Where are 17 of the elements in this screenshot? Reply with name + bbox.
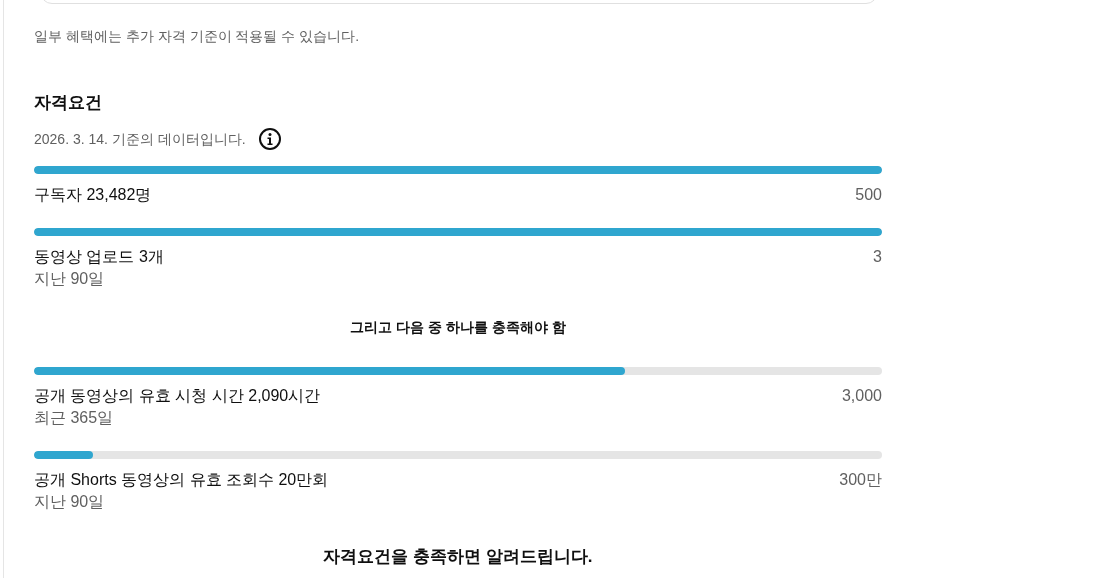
target-value: 3,000 [841, 386, 882, 406]
period-text: 최근 365일 [34, 408, 114, 428]
target-value: 500 [855, 185, 882, 205]
target-value: 300만 [839, 470, 882, 490]
period-text: 지난 90일 [34, 269, 105, 289]
requirement-label: 공개 동영상의 유효 시청 시간 2,090시간 [34, 386, 321, 406]
info-icon[interactable] [257, 127, 282, 151]
target-value: 3 [873, 247, 882, 267]
data-date-text: 2026. 3. 14. 기준의 데이터입니다. [34, 130, 246, 149]
condition-text: 그리고 다음 중 하나를 충족해야 함 [349, 318, 567, 337]
section-heading: 자격요건 [34, 92, 103, 114]
requirement-label: 공개 Shorts 동영상의 유효 조회수 20만회 [34, 470, 329, 490]
notice-text: 일부 혜택에는 추가 자격 기준이 적용될 수 있습니다. [34, 27, 361, 46]
period-text: 지난 90일 [34, 492, 105, 512]
notification-text: 자격요건을 충족하면 알려드립니다. [322, 546, 594, 568]
requirement-label: 동영상 업로드 3개 [34, 247, 164, 267]
requirement-label: 구독자 23,482명 [34, 185, 152, 205]
